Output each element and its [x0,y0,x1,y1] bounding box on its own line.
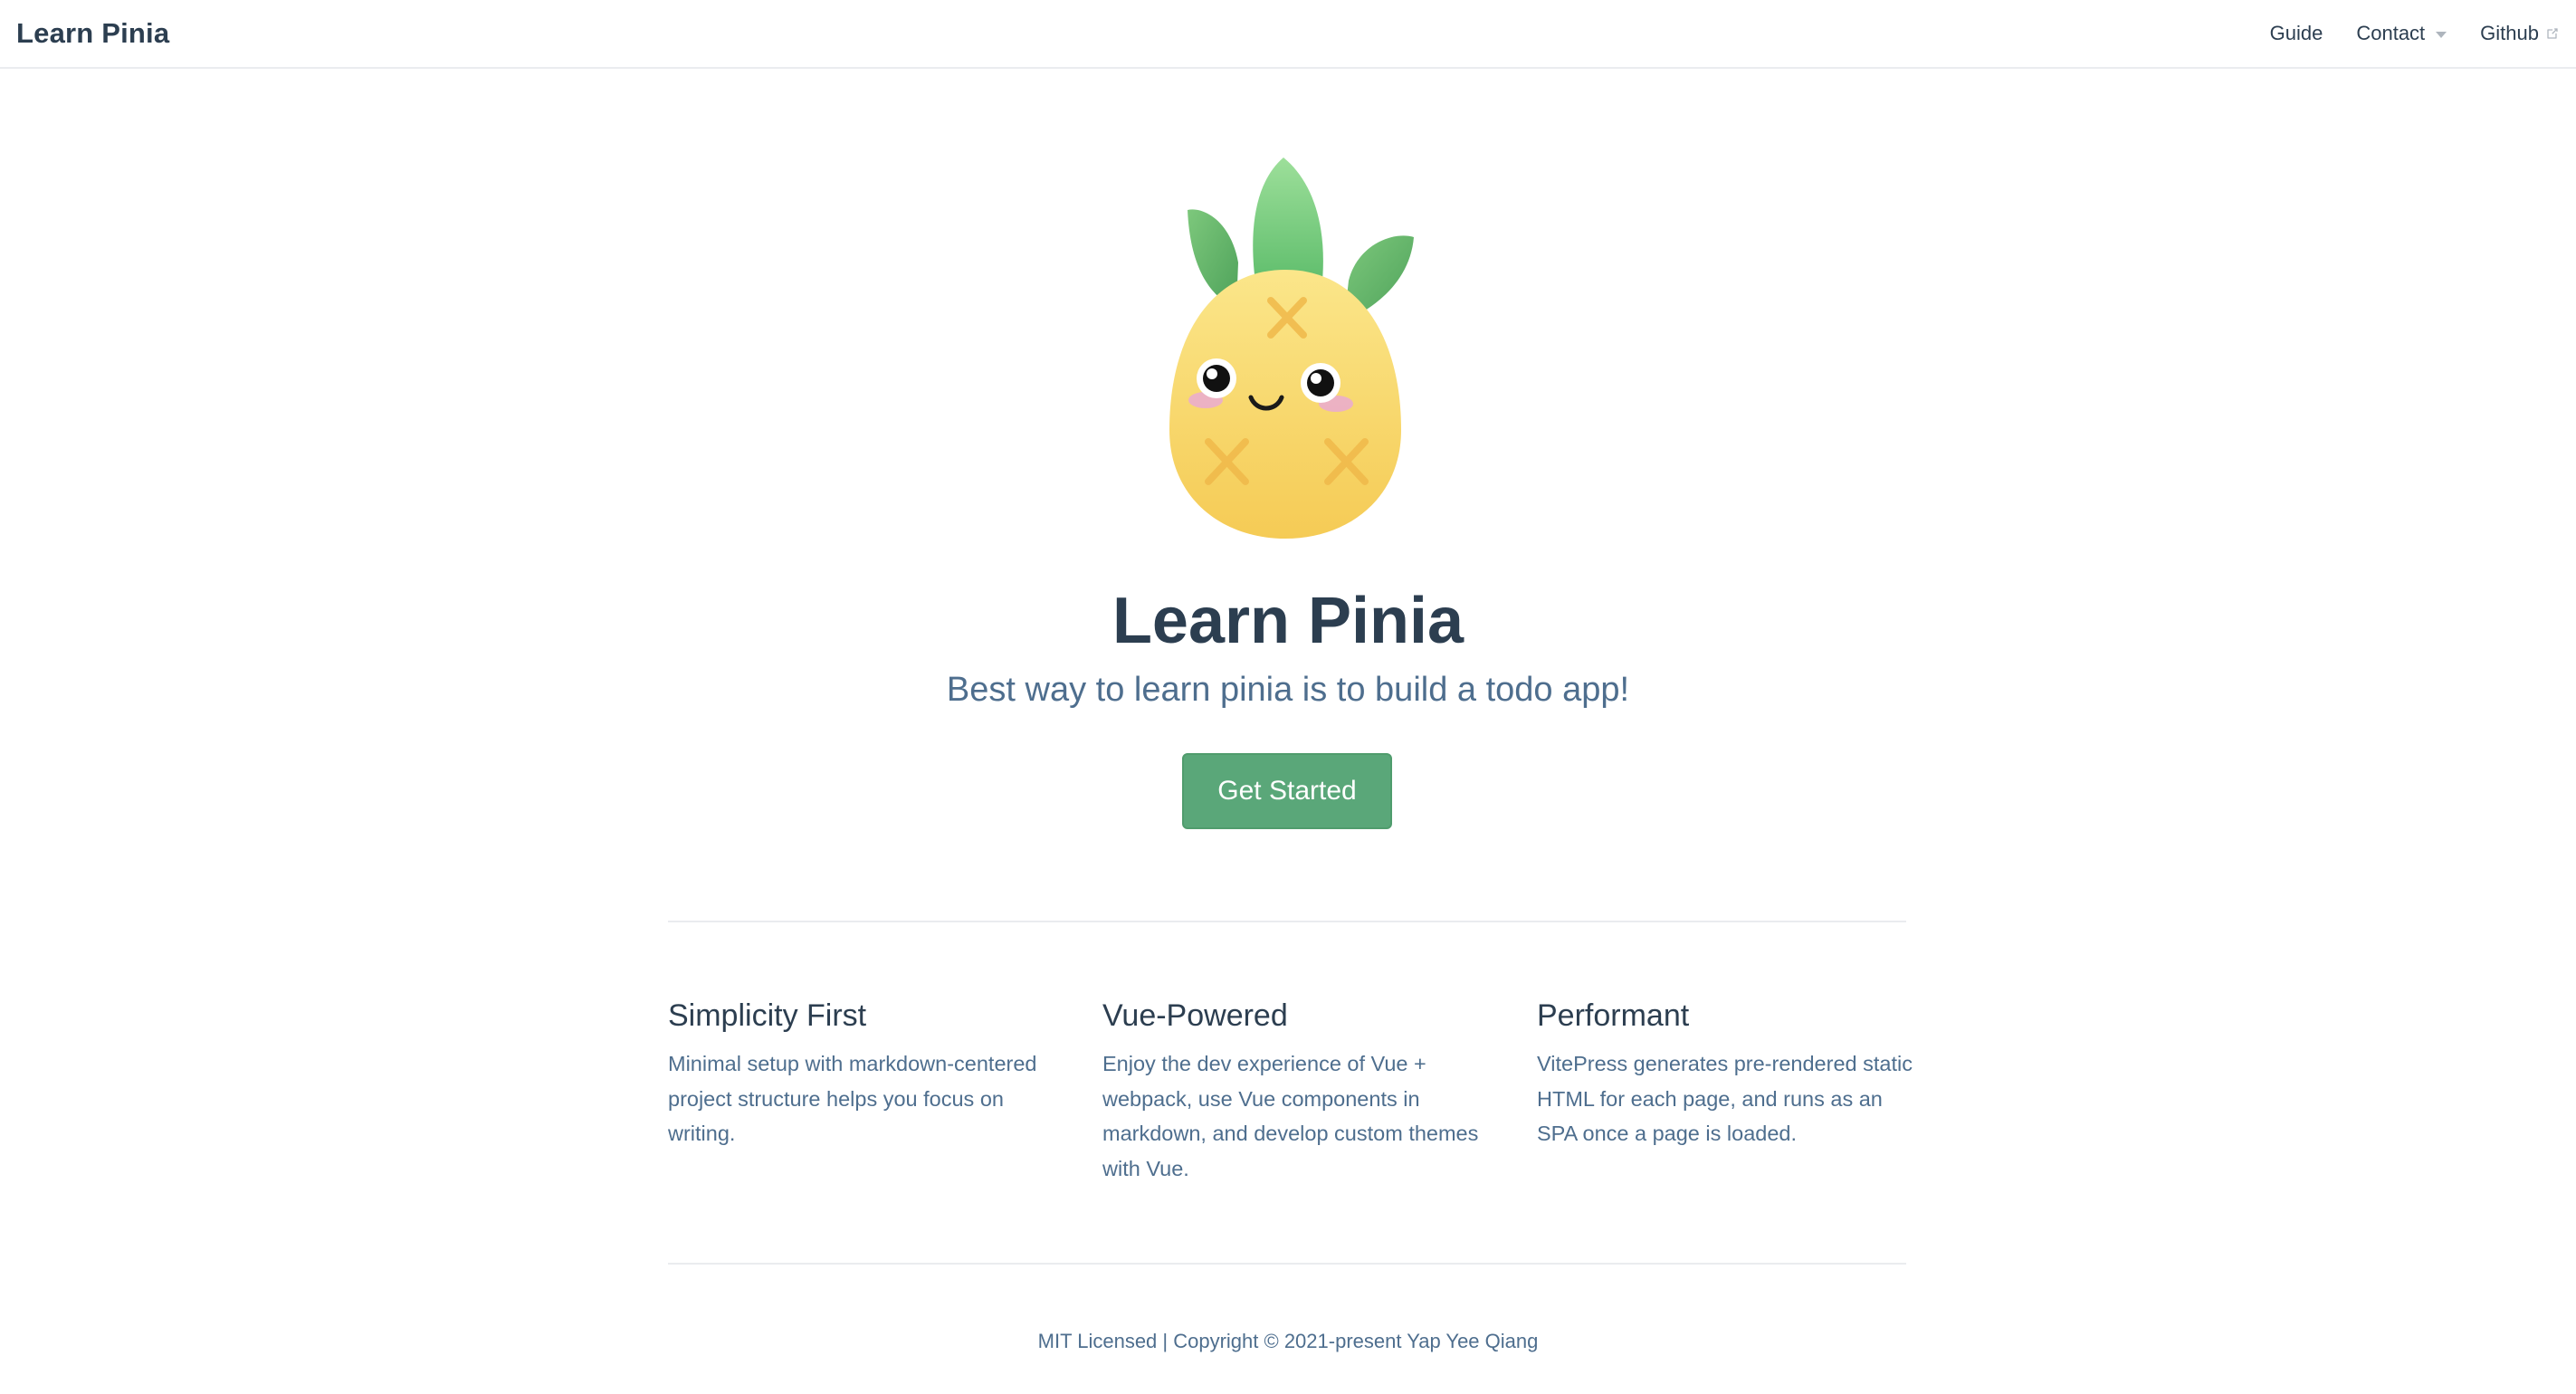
nav-item-label: Github [2480,22,2539,44]
features-divider [668,921,1906,922]
chevron-down-icon [2436,32,2447,38]
site-title[interactable]: Learn Pinia [16,17,169,50]
feature-title: Simplicity First [668,998,867,1033]
hero-tagline: Best way to learn pinia is to build a to… [946,671,1630,709]
pineapple-logo [1169,158,1414,539]
feature-item: Performant VitePress generates pre-rende… [1537,994,1917,1151]
nav-item-github[interactable]: Github [2480,22,2560,45]
nav-item-label: Contact [2356,22,2426,44]
footer: MIT Licensed | Copyright © 2021-present … [1037,1330,1539,1352]
feature-title: Vue-Powered [1102,998,1288,1033]
nav-item-contact[interactable]: Contact [2356,22,2447,45]
footer-divider [668,1263,1906,1265]
feature-details: Minimal setup with markdown-centered pro… [668,1052,1037,1145]
nav-item-guide[interactable]: Guide [2270,22,2323,45]
feature-item: Vue-Powered Enjoy the dev experience of … [1102,994,1483,1186]
feature-details: Enjoy the dev experience of Vue + webpac… [1102,1052,1479,1180]
feature-details: VitePress generates pre-rendered static … [1537,1052,1913,1145]
nav-item-label: Guide [2269,22,2323,44]
feature-title: Performant [1537,998,1690,1033]
hero-title: Learn Pinia [1111,585,1465,657]
feature-item: Simplicity First Minimal setup with mark… [668,994,1048,1151]
navbar: Learn Pinia Guide Contact Github [0,0,2576,69]
get-started-button[interactable]: Get Started [1182,753,1392,829]
external-link-icon [2547,28,2558,39]
nav-links: Guide Contact Github [2270,22,2560,45]
